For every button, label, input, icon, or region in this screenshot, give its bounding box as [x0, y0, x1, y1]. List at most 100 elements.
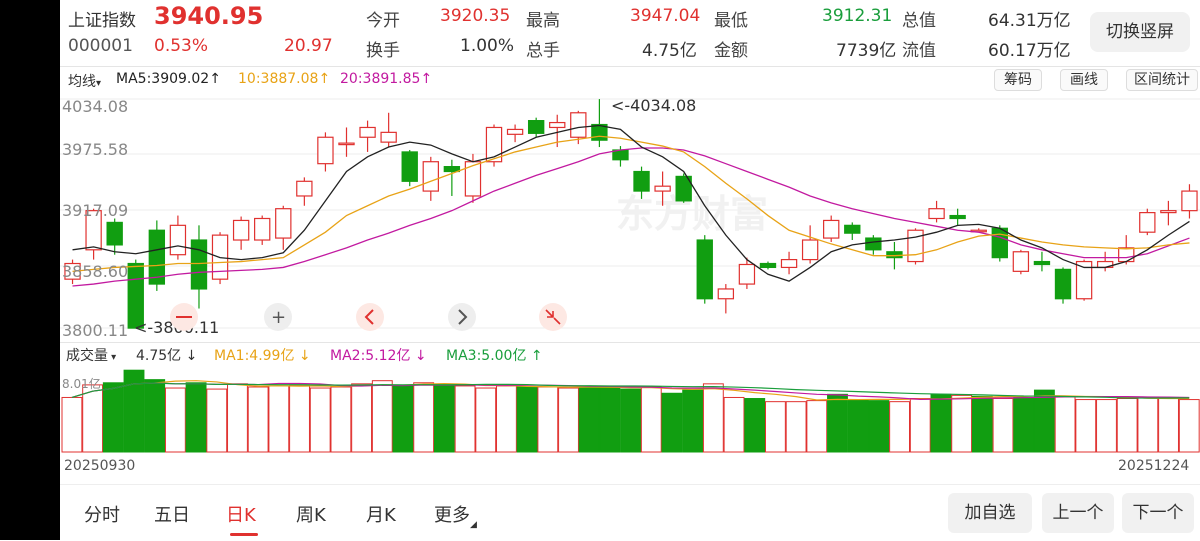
volume-chart[interactable]: 8.01亿: [60, 366, 1200, 454]
quote-header: 上证指数 3940.95 000001 0.53% 20.97 今开 3920.…: [60, 0, 1200, 66]
price-tick: 3917.09: [62, 201, 128, 220]
tab-weekly-k[interactable]: 周K: [296, 501, 326, 527]
candle-down: [844, 224, 861, 234]
volume-bar-mark: [164, 387, 186, 453]
turnover-value: 1.00%: [460, 36, 515, 56]
amount-label: 金额: [714, 41, 748, 61]
open-value: 3920.35: [440, 6, 511, 26]
ma-selector-label: 均线: [68, 74, 96, 90]
volume-bar-mark: [61, 396, 83, 453]
candle-down: [759, 262, 777, 269]
candle-up: [380, 131, 397, 143]
candle-down: [106, 221, 123, 246]
high-annotation: <-4034.08: [611, 96, 696, 115]
candle-down: [991, 227, 1008, 259]
candle-up: [928, 208, 945, 220]
zoom-in-button[interactable]: +: [264, 303, 292, 331]
volume-bar-mark: [537, 386, 559, 453]
volume-selector[interactable]: 成交量 ▾: [66, 345, 116, 365]
volume-bar-mark: [889, 401, 910, 453]
volume-bar-mark: [289, 384, 310, 453]
open-label: 今开: [366, 11, 400, 31]
volume-bar-mark: [723, 396, 745, 453]
volume-text: 4.75亿: [136, 348, 182, 364]
volume-bar-mark: [1158, 396, 1179, 453]
low-label: 最低: [714, 11, 748, 31]
candle-down: [190, 239, 208, 290]
tab-more-label: 更多: [434, 505, 470, 526]
watermark: 东方财富: [616, 192, 768, 236]
volume-bar-mark: [1137, 396, 1159, 453]
ma20-value: 20:3891.85↑: [340, 71, 432, 87]
price-tick: 3975.58: [62, 140, 128, 159]
dropdown-icon: ▾: [96, 78, 102, 89]
vol-label: 总手: [526, 41, 560, 61]
candle-up: [907, 229, 924, 263]
candle-down: [696, 239, 713, 300]
arrow-down-icon: ↓: [410, 348, 427, 364]
volume-bar-mark: [1075, 399, 1097, 453]
volume-bar-mark: [1013, 396, 1035, 453]
volume-bar-mark: [702, 383, 724, 453]
candle-up: [1118, 247, 1135, 263]
low-value: 3912.31: [822, 6, 893, 26]
volume-bar-mark: [144, 379, 166, 453]
price-tick: 3858.60: [62, 262, 128, 281]
volume-bar-mark: [1096, 399, 1117, 453]
chips-button[interactable]: 筹码: [994, 69, 1042, 91]
volume-bar-mark: [371, 380, 393, 453]
date-end: 20251224: [1118, 458, 1190, 474]
tab-more[interactable]: 更多◢: [434, 501, 477, 530]
volume-bar: 成交量 ▾ 4.75亿 ↓ MA1:4.99亿 ↓ MA2:5.12亿 ↓ MA…: [60, 342, 1200, 367]
previous-button[interactable]: 上一个: [1042, 493, 1114, 533]
tab-daily-k[interactable]: 日K: [226, 501, 256, 527]
volume-bar-mark: [971, 395, 993, 453]
scroll-right-button[interactable]: [448, 303, 476, 331]
volume-bar-mark: [558, 387, 579, 453]
candle-down: [527, 120, 545, 134]
collapse-button[interactable]: [539, 303, 567, 331]
volume-bar-mark: [806, 400, 828, 453]
ma-selector[interactable]: 均线▾: [68, 71, 101, 91]
zoom-out-button[interactable]: [170, 303, 198, 331]
add-watchlist-button[interactable]: 加自选: [948, 493, 1032, 533]
volume-bar-mark: [82, 384, 104, 453]
left-black-bar: [0, 0, 60, 540]
bottom-toolbar: 分时 五日 日K 周K 月K 更多◢ 加自选 上一个 下一个: [60, 484, 1200, 541]
volume-bar-mark: [578, 386, 600, 453]
volume-bar-mark: [392, 385, 414, 453]
volume-bar-mark: [102, 382, 124, 453]
scroll-left-button[interactable]: [356, 303, 384, 331]
volume-bar-mark: [1116, 398, 1138, 453]
candle-down: [949, 214, 966, 220]
candle-up: [654, 185, 671, 192]
volume-bar-mark: [309, 387, 331, 453]
range-stats-button[interactable]: 区间统计: [1126, 69, 1198, 91]
switch-orientation-button[interactable]: 切换竖屏: [1090, 12, 1190, 52]
vol-ma1-text: MA1:4.99亿: [214, 348, 295, 364]
candle-up: [254, 217, 271, 241]
tab-monthly-k[interactable]: 月K: [366, 501, 396, 527]
arrow-up-icon: ↑: [526, 348, 543, 364]
kline-chart[interactable]: 东方财富 4034.08 3975.58 3917.09 3858.60 380…: [60, 92, 1200, 342]
high-label: 最高: [526, 11, 560, 31]
volume-bar-mark: [351, 383, 373, 453]
ma5-text: MA5:3909.02: [116, 71, 210, 87]
tab-intraday[interactable]: 分时: [84, 501, 120, 527]
candle-up: [717, 288, 735, 300]
volume-bar-mark: [744, 398, 766, 453]
volume-bar-mark: [496, 385, 517, 453]
arrow-down-icon: ↓: [294, 348, 311, 364]
draw-line-button[interactable]: 画线: [1060, 69, 1108, 91]
volume-bar-mark: [620, 388, 642, 453]
candle-up: [570, 112, 587, 138]
candle-up: [738, 263, 756, 285]
volume-bar-mark: [951, 394, 973, 453]
next-button[interactable]: 下一个: [1122, 493, 1194, 533]
candle-up: [549, 121, 566, 129]
volume-bar-mark: [827, 393, 848, 453]
minus-icon: [176, 316, 192, 318]
candle-up: [801, 239, 819, 261]
candle-up: [1139, 212, 1156, 233]
tab-five-day[interactable]: 五日: [154, 501, 190, 527]
